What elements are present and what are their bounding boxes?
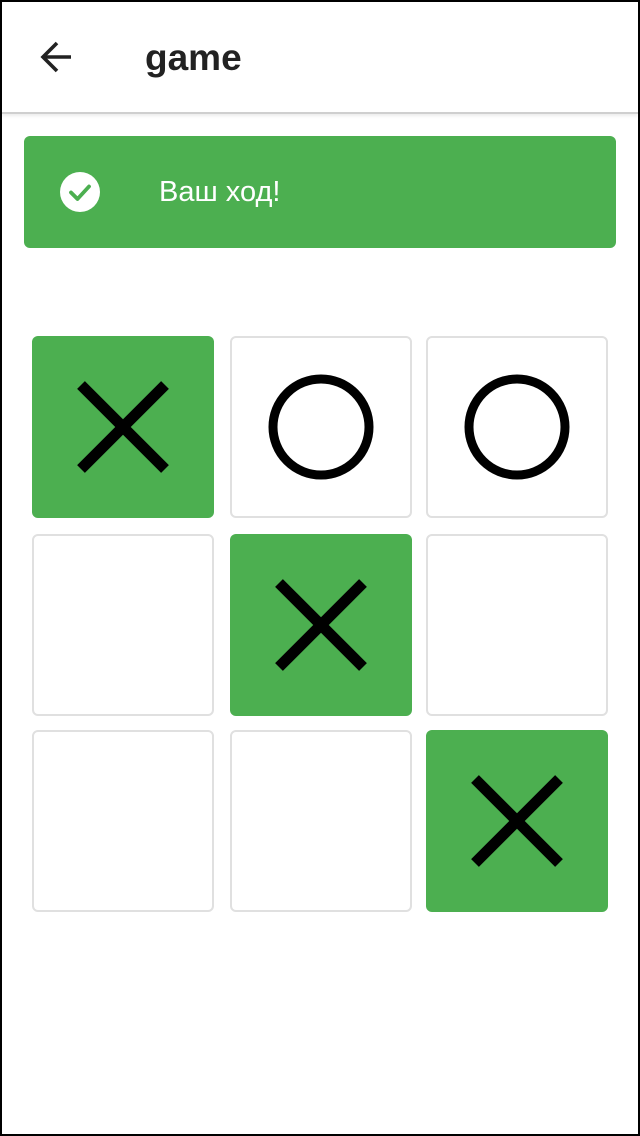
board-cell-r3-c2[interactable] [230,730,412,912]
board-cell-r1-c2[interactable] [230,336,412,518]
board-cell-r1-c1[interactable] [32,336,214,518]
x-mark-icon [471,775,563,867]
o-mark-icon [268,374,374,480]
board-cell-r1-c3[interactable] [426,336,608,518]
board-cell-r2-c3[interactable] [426,534,608,716]
check-circle-icon [60,172,100,212]
app-bar: game [2,2,638,114]
board-cell-r2-c1[interactable] [32,534,214,716]
board-cell-r3-c1[interactable] [32,730,214,912]
board-cell-r2-c2[interactable] [230,534,412,716]
turn-status-banner: Ваш ход! [24,136,616,248]
back-button[interactable] [24,24,90,90]
game-board [32,336,610,914]
o-mark-icon [464,374,570,480]
arrow-left-icon [40,41,71,73]
game-screen: game Ваш ход! [0,0,640,1136]
board-cell-r3-c3[interactable] [426,730,608,912]
page-title: game [145,37,242,78]
x-mark-icon [77,381,169,473]
x-mark-icon [275,579,367,671]
turn-status-text: Ваш ход! [159,176,281,208]
